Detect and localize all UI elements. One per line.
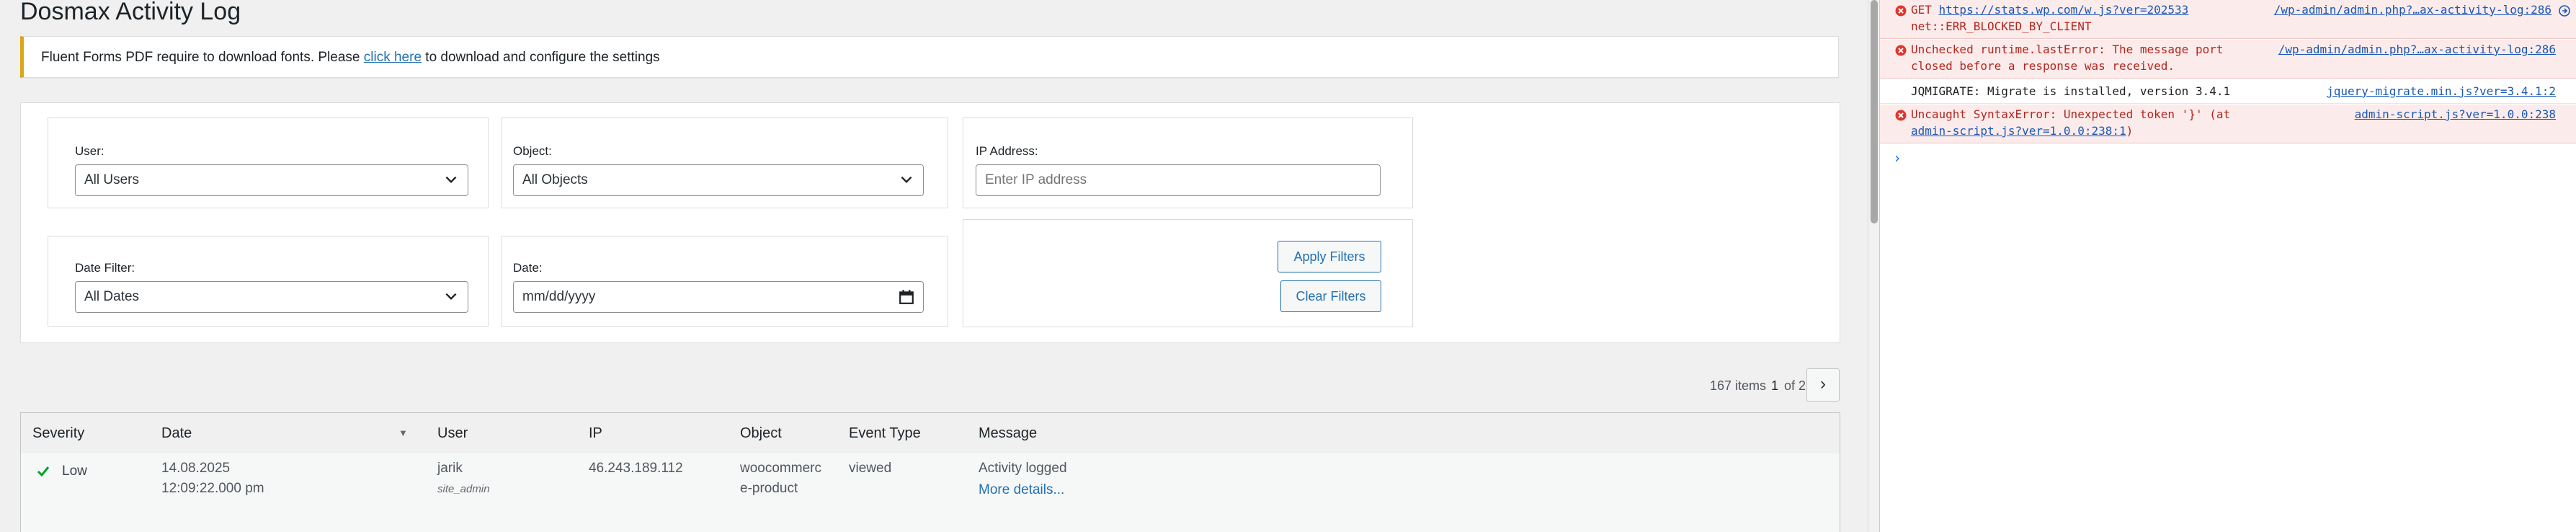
message-value: Activity logged	[979, 461, 1067, 476]
console-log-message: JQMIGRATE: Migrate is installed, version…	[1880, 79, 2576, 104]
user-select-value: All Users	[84, 172, 140, 187]
page-scrollbar[interactable]	[1868, 0, 1880, 532]
date-input[interactable]: mm/dd/yyyy	[513, 281, 924, 313]
console-msg-line1: Uncaught SyntaxError: Unexpected token '…	[1911, 107, 2231, 121]
user-value: jarik	[437, 461, 463, 476]
check-icon	[37, 466, 50, 477]
date-filter-box: Date Filter: All Dates	[48, 236, 489, 327]
table-header: Severity Date ▼ User IP Object Event Typ…	[21, 413, 1840, 454]
date-filter-select[interactable]: All Dates	[75, 281, 468, 313]
user-select[interactable]: All Users	[75, 164, 468, 196]
filter-actions-box: Apply Filters Clear Filters	[963, 219, 1413, 327]
console-error-message: GET https://stats.wp.com/w.js?ver=202533…	[1880, 0, 2576, 39]
ip-value: 46.243.189.112	[589, 461, 683, 476]
console-script-link[interactable]: admin-script.js?ver=1.0.0:238:1	[1911, 124, 2126, 138]
filters-panel: User: All Users Object: All Objects IP A…	[20, 102, 1840, 343]
clear-filters-button[interactable]: Clear Filters	[1280, 280, 1381, 312]
chevron-down-icon	[445, 293, 457, 301]
chevron-down-icon	[901, 176, 912, 184]
chevron-down-icon	[445, 176, 457, 184]
ip-address-input[interactable]: Enter IP address	[976, 164, 1381, 196]
severity-value: Low	[62, 464, 87, 479]
event-type-value: viewed	[849, 461, 892, 476]
console-msg-line1: Unchecked runtime.lastError: The message…	[1911, 43, 2224, 56]
object-filter-label: Object:	[513, 144, 552, 158]
time-value: 12:09:22.000 pm	[161, 481, 264, 496]
current-page: 1	[1771, 378, 1779, 393]
sort-down-icon[interactable]: ▼	[398, 413, 408, 453]
col-date[interactable]: Date	[161, 413, 192, 453]
console-msg-suffix: )	[2126, 124, 2134, 138]
network-request-icon[interactable]	[2559, 5, 2570, 17]
col-severity[interactable]: Severity	[32, 413, 84, 453]
console-error-message: Uncaught SyntaxError: Unexpected token '…	[1880, 105, 2576, 143]
console-source-link[interactable]: jquery-migrate.min.js?ver=3.4.1:2	[2327, 84, 2556, 99]
console-msg-line2: closed before a response was received.	[1911, 59, 2175, 73]
items-count: 167 items	[1710, 378, 1767, 393]
object-filter-box: Object: All Objects	[501, 118, 948, 208]
console-error-message: Unchecked runtime.lastError: The message…	[1880, 40, 2576, 79]
wp-admin-main: Dosmax Activity Log Fluent Forms PDF req…	[0, 0, 1868, 532]
notice-text-suffix: to download and configure the settings	[422, 50, 660, 65]
next-page-button[interactable]: ›	[1806, 368, 1840, 402]
ip-address-placeholder: Enter IP address	[985, 172, 1087, 187]
fonts-notice: Fluent Forms PDF require to download fon…	[20, 36, 1839, 78]
date-box: Date: mm/dd/yyyy	[501, 236, 948, 327]
ip-filter-box: IP Address: Enter IP address	[963, 118, 1413, 208]
console-source-link[interactable]: /wp-admin/admin.php?…ax-activity-log:286	[2278, 42, 2556, 58]
calendar-icon[interactable]	[899, 289, 914, 305]
total-pages: of 2	[1784, 378, 1806, 393]
col-user[interactable]: User	[437, 413, 468, 453]
date-filter-value: All Dates	[84, 289, 140, 304]
col-event-type[interactable]: Event Type	[849, 413, 921, 453]
col-object[interactable]: Object	[740, 413, 782, 453]
activity-table: Severity Date ▼ User IP Object Event Typ…	[20, 412, 1840, 532]
console-msg-prefix: GET	[1911, 3, 1939, 17]
console-source-link[interactable]: /wp-admin/admin.php?…ax-activity-log:286	[2274, 2, 2552, 18]
user-filter-label: User:	[75, 144, 104, 158]
user-role: site_admin	[437, 483, 490, 495]
user-filter-box: User: All Users	[48, 118, 489, 208]
console-source-link[interactable]: admin-script.js?ver=1.0.0:238	[2355, 107, 2556, 123]
console-request-link[interactable]: https://stats.wp.com/w.js?ver=202533	[1939, 3, 2189, 17]
object-value-line1: woocommerc	[740, 461, 821, 476]
object-select[interactable]: All Objects	[513, 164, 924, 196]
page-title: Dosmax Activity Log	[20, 0, 241, 25]
devtools-console: GET https://stats.wp.com/w.js?ver=202533…	[1879, 0, 2576, 532]
notice-text-prefix: Fluent Forms PDF require to download fon…	[41, 50, 364, 65]
table-row: Low 14.08.2025 12:09:22.000 pm jarik sit…	[21, 453, 1840, 532]
date-value: 14.08.2025	[161, 461, 231, 476]
object-value-line2: e-product	[740, 481, 798, 496]
ip-filter-label: IP Address:	[976, 144, 1038, 158]
col-message[interactable]: Message	[979, 413, 1037, 453]
object-select-value: All Objects	[522, 172, 588, 187]
scrollbar-thumb[interactable]	[1871, 0, 1878, 223]
error-icon	[1895, 110, 1907, 121]
apply-filters-button[interactable]: Apply Filters	[1278, 241, 1381, 272]
date-input-value: mm/dd/yyyy	[522, 289, 596, 304]
notice-click-here-link[interactable]: click here	[364, 50, 422, 65]
date-filter-label: Date Filter:	[75, 261, 135, 275]
col-ip[interactable]: IP	[589, 413, 602, 453]
error-icon	[1895, 45, 1907, 56]
console-msg-line1: JQMIGRATE: Migrate is installed, version…	[1911, 84, 2231, 98]
console-msg-line2: net::ERR_BLOCKED_BY_CLIENT	[1911, 19, 2092, 33]
more-details-link[interactable]: More details...	[979, 482, 1064, 497]
console-prompt-icon[interactable]: ›	[1893, 149, 1902, 167]
error-icon	[1895, 5, 1907, 17]
date-label: Date:	[513, 261, 543, 275]
